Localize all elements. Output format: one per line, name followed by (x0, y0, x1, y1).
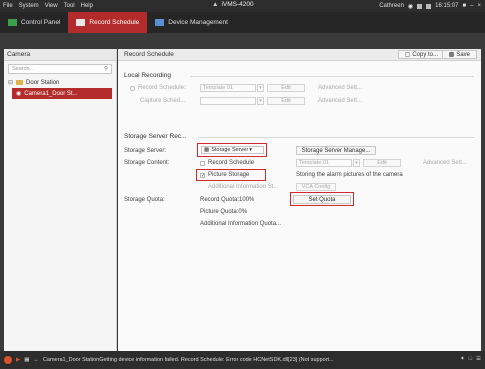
record-schedule-title: Record Schedule (124, 51, 174, 58)
picture-quota: Picture Quota:0% (200, 209, 248, 215)
server-template-select[interactable]: Template 01 (296, 159, 352, 167)
save-button[interactable]: ▩ Save (441, 50, 477, 59)
local-recording-divider (190, 76, 474, 77)
picture-storage-desc: Storing the alarm pictures of the camera (296, 172, 403, 178)
camera-search[interactable]: Search... ⚲ (8, 64, 112, 74)
capture-schedule-label: Capture Sched... (140, 98, 186, 104)
capture-advanced-settings[interactable]: Advanced Sett... (318, 98, 362, 104)
warning-icon[interactable] (4, 356, 12, 364)
pin-icon[interactable]: ✦ (460, 356, 465, 362)
search-icon[interactable]: ⚲ (104, 66, 108, 72)
tab-control-panel-label: Control Panel (21, 19, 61, 26)
clock-time: 16:15:07 (435, 3, 459, 9)
local-edit-button[interactable]: Edit (267, 84, 305, 92)
layout-icon[interactable] (426, 3, 432, 9)
additional-info-option: Additional Information St... (208, 184, 279, 190)
record-schedule-checkbox[interactable] (200, 161, 205, 166)
tab-record-schedule[interactable]: Record Schedule (68, 12, 148, 33)
storage-server-rec-title: Storage Server Rec... (124, 133, 187, 140)
back-arrow-icon[interactable]: ← (33, 357, 39, 363)
close-icon[interactable]: × (477, 3, 481, 9)
local-recording-title: Local Recording (124, 72, 171, 79)
additional-quota: Additional Information Quota... (200, 221, 282, 227)
capture-edit-button[interactable]: Edit (267, 97, 305, 105)
status-bar: ▶ ▦ ← Camera1_Door StationGetting device… (0, 351, 485, 369)
vca-config-button[interactable]: VCA Config (296, 183, 336, 191)
status-message: Camera1_Door StationGetting device infor… (42, 357, 334, 363)
record-schedule-panel: Record Schedule ▢ Copy to... ▩ Save Loca… (118, 49, 481, 351)
user-name: Cathreen (379, 3, 404, 9)
menu-view[interactable]: View (42, 3, 61, 9)
tab-device-management[interactable]: Device Management (147, 12, 236, 33)
tree-camera[interactable]: ◉ Camera1_Door St... (12, 88, 112, 99)
record-schedule-label: Record Schedule: (138, 85, 186, 91)
app-logo-icon: ▲ (212, 1, 219, 8)
app-title: ▲ iVMS-4200 (212, 1, 254, 8)
storage-server-highlight (197, 143, 267, 157)
save-label: Save (456, 51, 470, 58)
device-management-icon (155, 19, 165, 26)
menu-tool[interactable]: Tool (61, 3, 78, 9)
station-label: Door Station (26, 79, 60, 86)
menu-system[interactable]: System (16, 3, 42, 9)
menubar-right: Cathreen ◉ 16:15:07 ■ – × (379, 0, 481, 12)
capture-template-dropdown[interactable]: ▾ (257, 97, 264, 105)
local-advanced-settings[interactable]: Advanced Sett... (318, 85, 362, 91)
grid-icon[interactable]: ▦ (24, 357, 29, 363)
storage-server-label: Storage Server: (124, 148, 167, 154)
server-edit-button[interactable]: Edit (363, 159, 401, 167)
tab-record-schedule-label: Record Schedule (89, 19, 140, 26)
play-icon[interactable]: ▶ (16, 357, 20, 363)
alarm-icon[interactable]: ◉ (408, 3, 413, 10)
minimize-icon[interactable]: – (470, 3, 473, 9)
set-quota-highlight (290, 192, 354, 206)
storage-server-manage-button[interactable]: Storage Server Manage... (296, 146, 376, 155)
record-quota: Record Quota:100% (200, 197, 255, 203)
storage-content-label: Storage Content: (124, 160, 170, 166)
tab-bar: Control Panel Record Schedule Device Man… (0, 12, 485, 33)
tab-device-management-label: Device Management (168, 19, 228, 26)
copy-to-label: Copy to... (412, 51, 438, 58)
local-template-select[interactable]: Template 01 (200, 84, 256, 92)
statusbar-right: ✦ □ ☰ (460, 356, 481, 362)
storage-quota-label: Storage Quota: (124, 197, 165, 203)
control-panel-icon (8, 19, 17, 26)
monitor-icon[interactable] (417, 3, 423, 9)
menu-help[interactable]: Help (78, 3, 96, 9)
camera-panel-title: Camera (4, 49, 116, 61)
record-schedule-header: Record Schedule ▢ Copy to... ▩ Save (118, 49, 481, 61)
folder-icon (16, 80, 24, 85)
expand-icon[interactable]: □ (469, 356, 472, 362)
app-title-text: iVMS-4200 (221, 1, 254, 8)
menu-bar: File System View Tool Help ▲ iVMS-4200 C… (0, 0, 485, 12)
collapse-icon[interactable]: ⊟ (8, 79, 13, 86)
capture-template-select[interactable] (200, 97, 256, 105)
record-schedule-option: Record Schedule (208, 160, 255, 166)
save-icon: ▩ (448, 52, 455, 58)
lock-icon[interactable]: ■ (463, 3, 467, 9)
storage-divider (198, 137, 474, 138)
tab-control-panel[interactable]: Control Panel (0, 12, 68, 33)
record-schedule-icon (76, 19, 86, 26)
search-input[interactable]: Search... (12, 66, 34, 72)
menu-icon[interactable]: ☰ (476, 356, 481, 362)
camera-label: Camera1_Door St... (24, 90, 78, 97)
camera-panel: Camera Search... ⚲ ⊟ Door Station ◉ Came… (4, 49, 117, 351)
camera-icon: ◉ (16, 91, 22, 97)
record-schedule-radio[interactable] (130, 86, 135, 91)
local-template-dropdown[interactable]: ▾ (257, 84, 264, 92)
server-advanced-settings[interactable]: Advanced Sett... (423, 160, 467, 166)
picture-storage-highlight (196, 169, 266, 181)
menu-file[interactable]: File (0, 3, 16, 9)
tree-station[interactable]: ⊟ Door Station (4, 77, 116, 88)
server-template-dropdown[interactable]: ▾ (353, 159, 360, 167)
copy-to-button[interactable]: ▢ Copy to... (397, 50, 445, 59)
copy-icon: ▢ (404, 52, 411, 58)
